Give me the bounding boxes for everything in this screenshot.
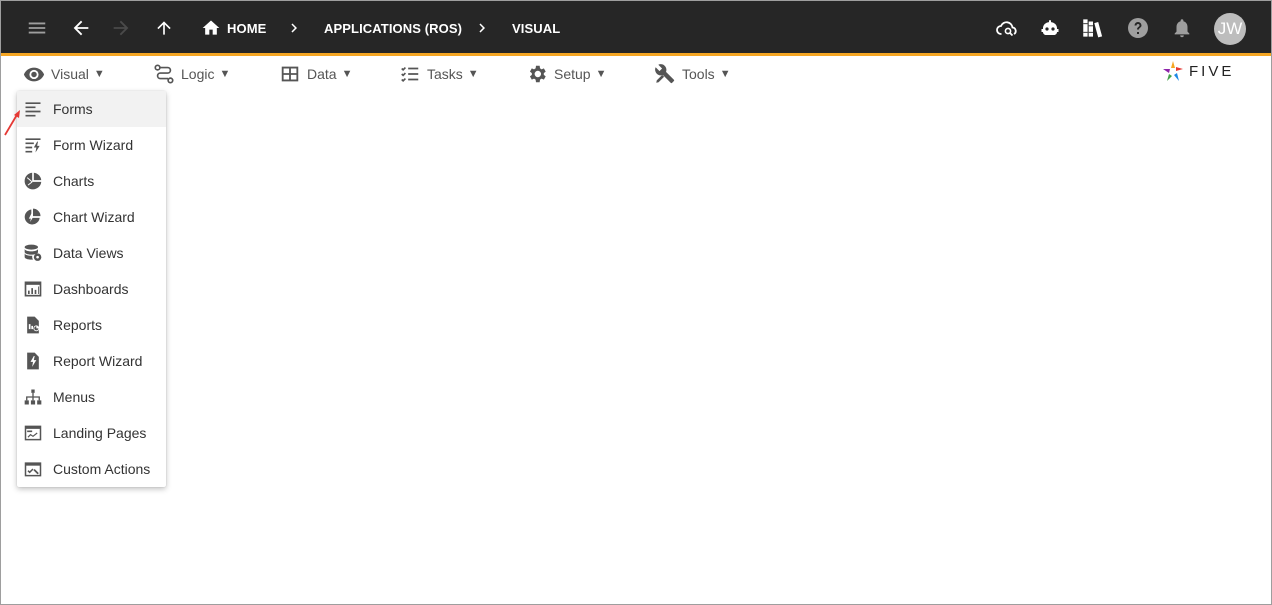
caret-down-icon: ▼ bbox=[219, 68, 231, 80]
dropdown-item-label: Data Views bbox=[53, 245, 124, 261]
dropdown-item-custom-actions[interactable]: Custom Actions bbox=[17, 451, 166, 487]
caret-down-icon: ▼ bbox=[467, 68, 479, 80]
custom-actions-icon bbox=[23, 459, 43, 479]
forward-arrow-icon[interactable] bbox=[108, 15, 134, 41]
hamburger-menu-icon[interactable] bbox=[24, 15, 50, 41]
dropdown-item-label: Chart Wizard bbox=[53, 209, 135, 225]
books-icon[interactable] bbox=[1080, 15, 1106, 41]
forms-icon bbox=[23, 99, 43, 119]
checklist-icon bbox=[399, 63, 421, 85]
chart-wizard-icon bbox=[23, 207, 43, 227]
dropdown-item-label: Form Wizard bbox=[53, 137, 134, 153]
chevron-right-icon bbox=[473, 19, 491, 37]
dropdown-item-label: Dashboards bbox=[53, 281, 129, 297]
caret-down-icon: ▼ bbox=[341, 68, 353, 80]
menu-label: Tasks bbox=[427, 66, 463, 82]
dropdown-item-label: Landing Pages bbox=[53, 425, 147, 441]
back-arrow-icon[interactable] bbox=[68, 15, 94, 41]
visual-dropdown-menu: Forms Form Wizard Charts Chart Wizard Da… bbox=[17, 91, 166, 487]
caret-down-icon: ▼ bbox=[595, 68, 607, 80]
dropdown-item-landing-pages[interactable]: Landing Pages bbox=[17, 415, 166, 451]
caret-down-icon: ▼ bbox=[93, 68, 105, 80]
table-icon bbox=[279, 63, 301, 85]
dashboard-icon bbox=[23, 279, 43, 299]
notifications-bell-icon[interactable] bbox=[1169, 15, 1195, 41]
app-window: HOME APPLICATIONS (ROS) VISUAL JW Visual… bbox=[0, 0, 1272, 605]
up-arrow-icon[interactable] bbox=[151, 15, 177, 41]
dropdown-item-form-wizard[interactable]: Form Wizard bbox=[17, 127, 166, 163]
dropdown-item-label: Menus bbox=[53, 389, 96, 405]
dropdown-item-data-views[interactable]: Data Views bbox=[17, 235, 166, 271]
chevron-right-icon bbox=[285, 19, 303, 37]
dropdown-item-label: Charts bbox=[53, 173, 95, 189]
breadcrumb-home[interactable]: HOME bbox=[227, 21, 266, 36]
breadcrumb-applications[interactable]: APPLICATIONS (ROS) bbox=[324, 21, 462, 36]
logic-icon bbox=[153, 63, 175, 85]
dropdown-item-chart-wizard[interactable]: Chart Wizard bbox=[17, 199, 166, 235]
sitemap-icon bbox=[23, 387, 43, 407]
pie-chart-icon bbox=[23, 171, 43, 191]
user-avatar[interactable]: JW bbox=[1214, 13, 1246, 45]
breadcrumb-visual[interactable]: VISUAL bbox=[512, 21, 560, 36]
caret-down-icon: ▼ bbox=[719, 68, 731, 80]
dropdown-item-label: Custom Actions bbox=[53, 461, 151, 477]
menu-tasks[interactable]: Tasks ▼ bbox=[399, 63, 479, 85]
top-app-bar: HOME APPLICATIONS (ROS) VISUAL JW bbox=[1, 1, 1271, 56]
report-wizard-icon bbox=[23, 351, 43, 371]
gear-icon bbox=[526, 63, 548, 85]
menu-setup[interactable]: Setup ▼ bbox=[526, 63, 606, 85]
menu-tools[interactable]: Tools ▼ bbox=[654, 63, 731, 85]
form-wizard-icon bbox=[23, 135, 43, 155]
cloud-search-icon[interactable] bbox=[994, 15, 1020, 41]
menu-label: Visual bbox=[51, 66, 89, 82]
robot-assistant-icon[interactable] bbox=[1037, 15, 1063, 41]
menu-logic[interactable]: Logic ▼ bbox=[153, 63, 230, 85]
logo-text: FIVE bbox=[1189, 62, 1235, 80]
menu-visual[interactable]: Visual ▼ bbox=[23, 63, 105, 85]
landing-page-icon bbox=[23, 423, 43, 443]
menu-label: Data bbox=[307, 66, 337, 82]
menu-label: Logic bbox=[181, 66, 215, 82]
five-logo: FIVE bbox=[1161, 59, 1234, 83]
main-menu-bar: Visual ▼ Logic ▼ Data ▼ Tasks ▼ Setup ▼ … bbox=[1, 57, 1271, 89]
dropdown-item-report-wizard[interactable]: Report Wizard bbox=[17, 343, 166, 379]
dropdown-item-label: Reports bbox=[53, 317, 103, 333]
dropdown-item-label: Forms bbox=[53, 101, 93, 117]
menu-label: Tools bbox=[682, 66, 715, 82]
annotation-arrow-icon bbox=[4, 110, 20, 136]
dropdown-item-label: Report Wizard bbox=[53, 353, 143, 369]
help-icon[interactable] bbox=[1125, 15, 1151, 41]
database-eye-icon bbox=[23, 243, 43, 263]
dropdown-item-forms[interactable]: Forms bbox=[17, 91, 166, 127]
home-icon[interactable] bbox=[198, 15, 224, 41]
eye-icon bbox=[23, 63, 45, 85]
dropdown-item-reports[interactable]: Reports bbox=[17, 307, 166, 343]
menu-label: Setup bbox=[554, 66, 591, 82]
dropdown-item-dashboards[interactable]: Dashboards bbox=[17, 271, 166, 307]
dropdown-item-menus[interactable]: Menus bbox=[17, 379, 166, 415]
dropdown-item-charts[interactable]: Charts bbox=[17, 163, 166, 199]
tools-icon bbox=[654, 63, 676, 85]
five-logo-icon bbox=[1163, 61, 1183, 81]
menu-data[interactable]: Data ▼ bbox=[279, 63, 352, 85]
report-icon bbox=[23, 315, 43, 335]
